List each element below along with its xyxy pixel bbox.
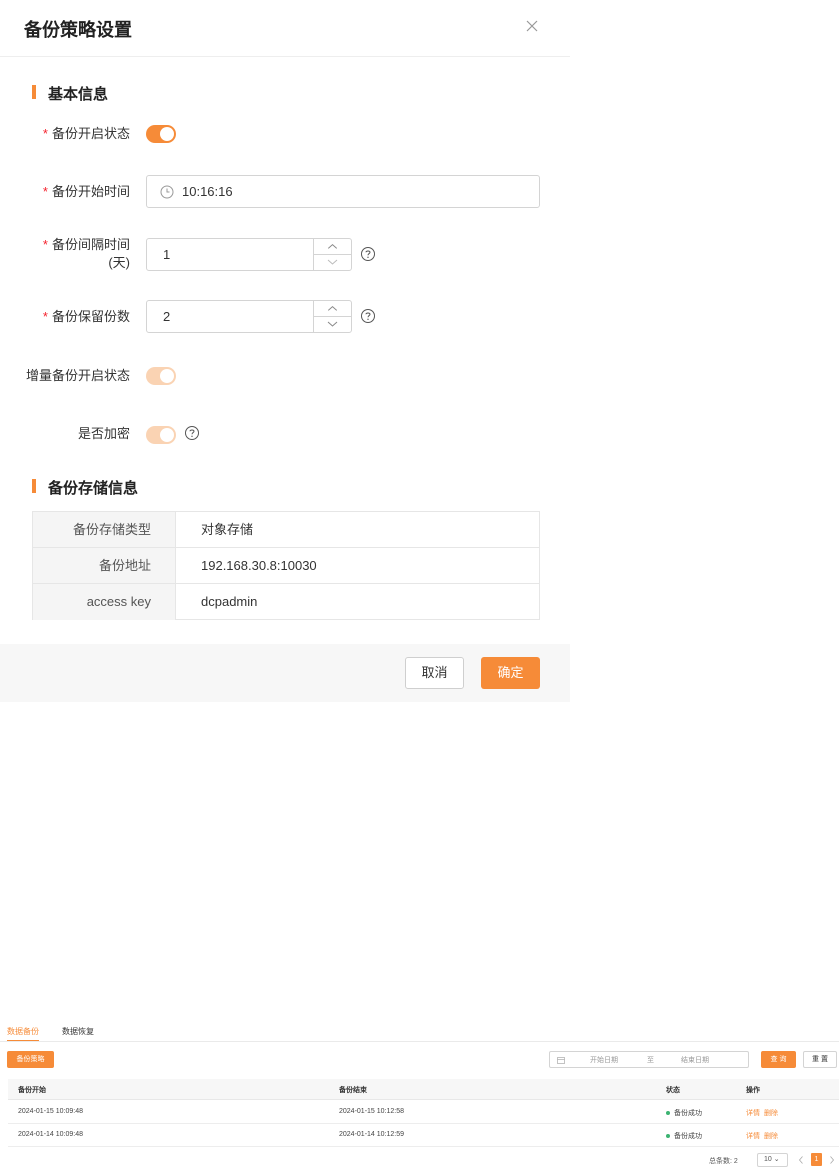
operation-cell: 详情 删除 <box>746 1108 782 1118</box>
chevron-up-icon[interactable] <box>314 239 351 255</box>
storage-info-row: access key dcpadmin <box>33 584 539 620</box>
interval-days-input[interactable]: 1 <box>146 238 352 271</box>
calendar-icon <box>557 1057 565 1064</box>
page-size-select[interactable]: 10 ⌄ <box>757 1153 788 1167</box>
backup-end-cell: 2024-01-15 10:12:58 <box>339 1108 404 1115</box>
column-header: 备份开始 <box>18 1087 46 1094</box>
stepper <box>313 239 351 270</box>
storage-info-row: 备份地址 192.168.30.8:10030 <box>33 548 539 584</box>
close-icon[interactable] <box>522 16 542 36</box>
switch-knob <box>160 369 174 383</box>
help-icon[interactable] <box>360 308 376 324</box>
chevron-up-icon[interactable] <box>314 301 351 317</box>
info-value: 192.168.30.8:10030 <box>201 558 317 573</box>
start-date-placeholder[interactable]: 开始日期 <box>590 1055 618 1065</box>
chevron-down-icon: ⌄ <box>773 1156 780 1163</box>
keep-copies-value: 2 <box>163 309 171 324</box>
section-marker <box>32 85 36 99</box>
status-dot <box>666 1111 670 1116</box>
info-key: 备份地址 <box>33 548 176 583</box>
date-separator: 至 <box>647 1057 654 1064</box>
column-header: 状态 <box>666 1087 680 1094</box>
chevron-down-icon[interactable] <box>314 255 351 270</box>
interval-label: * 备份间隔时间 (天) <box>42 237 130 270</box>
backup-policy-button[interactable]: 备份策略 <box>7 1051 54 1068</box>
section-title: 备份存储信息 <box>48 480 139 497</box>
column-header: 备份结束 <box>339 1087 367 1094</box>
keep-copies-label: * 备份保留份数 <box>42 309 130 324</box>
modal-title: 备份策略设置 <box>24 20 132 40</box>
status-cell: 备份成功 <box>666 1131 702 1141</box>
incremental-switch[interactable] <box>146 367 176 385</box>
required-mark: * <box>42 126 48 141</box>
switch-knob <box>160 428 174 442</box>
backup-end-cell: 2024-01-14 10:12:59 <box>339 1131 404 1138</box>
backup-start-cell: 2024-01-15 10:09:48 <box>18 1108 83 1115</box>
incremental-label: 增量备份开启状态 <box>25 368 130 383</box>
modal-header: 备份策略设置 <box>0 0 570 57</box>
start-time-picker[interactable]: 10:16:16 <box>146 175 540 208</box>
storage-info-row: 备份存储类型 对象存储 <box>33 512 539 548</box>
clock-icon <box>160 185 174 199</box>
interval-days-value: 1 <box>163 247 171 262</box>
backup-enabled-label: * 备份开启状态 <box>42 126 130 141</box>
status-cell: 备份成功 <box>666 1108 702 1118</box>
help-icon[interactable] <box>184 425 200 441</box>
backup-policy-modal: 备份策略设置 基本信息 * 备份开启状态 * 备份开始时间 10:16:16 * 备份… <box>0 0 570 702</box>
required-mark: * <box>42 184 48 199</box>
stepper <box>313 301 351 332</box>
tab-data-restore[interactable]: 数据恢复 <box>62 1026 94 1037</box>
encrypt-label: 是否加密 <box>77 426 130 441</box>
date-range-picker[interactable]: 开始日期 至 结束日期 <box>549 1051 749 1068</box>
chevron-left-icon[interactable] <box>797 1155 805 1165</box>
detail-link[interactable]: 详情 <box>746 1133 760 1140</box>
detail-link[interactable]: 详情 <box>746 1110 760 1117</box>
start-time-value: 10:16:16 <box>182 184 233 199</box>
confirm-button[interactable]: 确定 <box>481 657 540 689</box>
encrypt-switch[interactable] <box>146 426 176 444</box>
delete-link[interactable]: 删除 <box>764 1133 778 1140</box>
table-header: 备份开始 备份结束 状态 操作 <box>8 1079 839 1100</box>
end-date-placeholder[interactable]: 结束日期 <box>681 1055 709 1065</box>
status-dot <box>666 1134 670 1139</box>
page-number[interactable]: 1 <box>811 1153 822 1166</box>
info-key: access key <box>33 584 176 620</box>
chevron-right-icon[interactable] <box>828 1155 836 1165</box>
pagination-total: 总条数: 2 <box>709 1158 738 1165</box>
tab-data-backup[interactable]: 数据备份 <box>7 1026 39 1041</box>
info-value: dcpadmin <box>201 594 258 609</box>
info-value: 对象存储 <box>201 522 254 537</box>
backup-start-cell: 2024-01-14 10:09:48 <box>18 1131 83 1138</box>
chevron-down-icon[interactable] <box>314 317 351 332</box>
backup-enabled-switch[interactable] <box>146 125 176 143</box>
delete-link[interactable]: 删除 <box>764 1110 778 1117</box>
required-mark: * <box>42 309 48 324</box>
reset-button[interactable]: 重 置 <box>803 1051 837 1068</box>
required-mark: * <box>42 237 48 252</box>
tab-bar: 数据备份 数据恢复 <box>0 1022 839 1042</box>
start-time-label: * 备份开始时间 <box>42 184 130 199</box>
section-title: 基本信息 <box>48 86 109 103</box>
storage-info-table: 备份存储类型 对象存储 备份地址 192.168.30.8:10030 acce… <box>32 511 540 620</box>
query-button[interactable]: 查 询 <box>761 1051 796 1068</box>
column-header: 操作 <box>746 1087 760 1094</box>
section-marker <box>32 479 36 493</box>
operation-cell: 详情 删除 <box>746 1131 782 1141</box>
cancel-button[interactable]: 取消 <box>405 657 464 689</box>
info-key: 备份存储类型 <box>33 512 176 547</box>
keep-copies-input[interactable]: 2 <box>146 300 352 333</box>
modal-footer: 取消 确定 <box>0 644 570 702</box>
table-row: 2024-01-14 10:09:48 2024-01-14 10:12:59 … <box>8 1124 839 1147</box>
table-row: 2024-01-15 10:09:48 2024-01-15 10:12:58 … <box>8 1101 839 1124</box>
switch-knob <box>160 127 174 141</box>
help-icon[interactable] <box>360 246 376 262</box>
